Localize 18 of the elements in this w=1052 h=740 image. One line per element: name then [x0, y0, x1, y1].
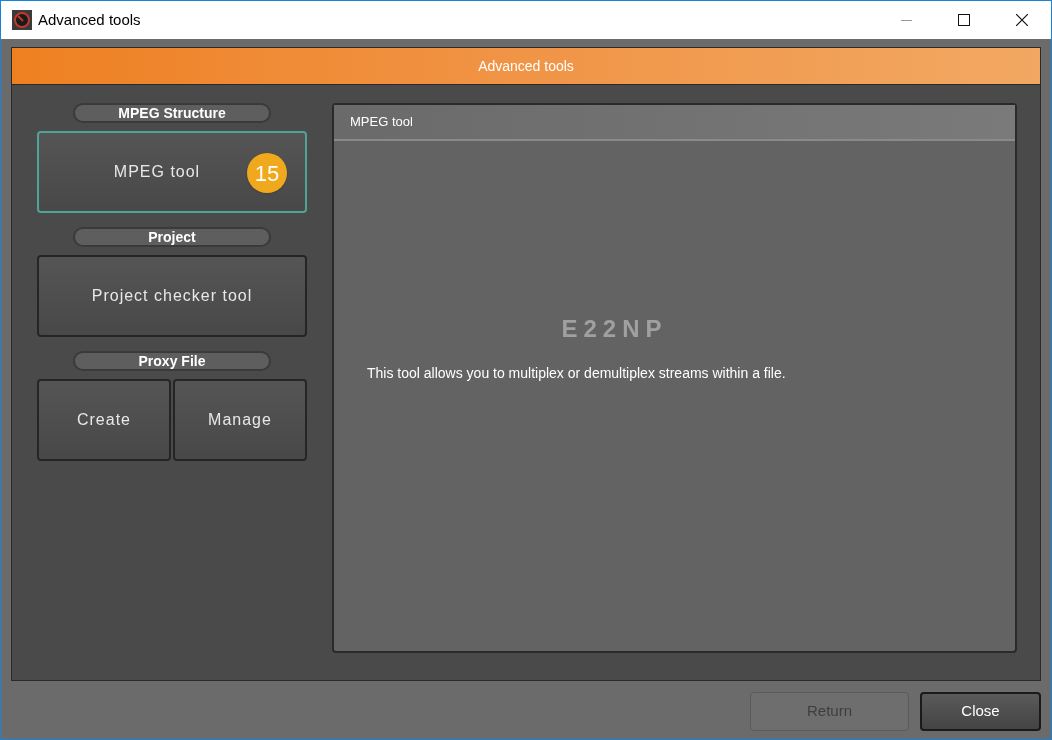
maximize-icon [958, 14, 970, 26]
header-title: Advanced tools [12, 48, 1040, 85]
panel-title: MPEG tool [334, 105, 1015, 141]
section-label: Proxy File [73, 351, 271, 371]
tool-button[interactable]: MPEG tool 15 [37, 131, 307, 213]
step-badge: 15 [247, 153, 287, 193]
section-label: MPEG Structure [73, 103, 271, 123]
window-title: Advanced tools [38, 9, 141, 30]
tool-button[interactable]: Manage [173, 379, 307, 461]
footer-button[interactable]: Close [920, 692, 1041, 731]
app-icon [12, 10, 32, 30]
tool-button[interactable]: Project checker tool [37, 255, 307, 337]
logo-text: E22NP [561, 314, 668, 344]
minimize-icon [900, 19, 912, 21]
description-text: This tool allows you to multiplex or demultiplex streams within a file. [367, 364, 787, 383]
tool-button[interactable]: Create [37, 379, 171, 461]
close-icon [1016, 14, 1028, 26]
section-label: Project [73, 227, 271, 247]
